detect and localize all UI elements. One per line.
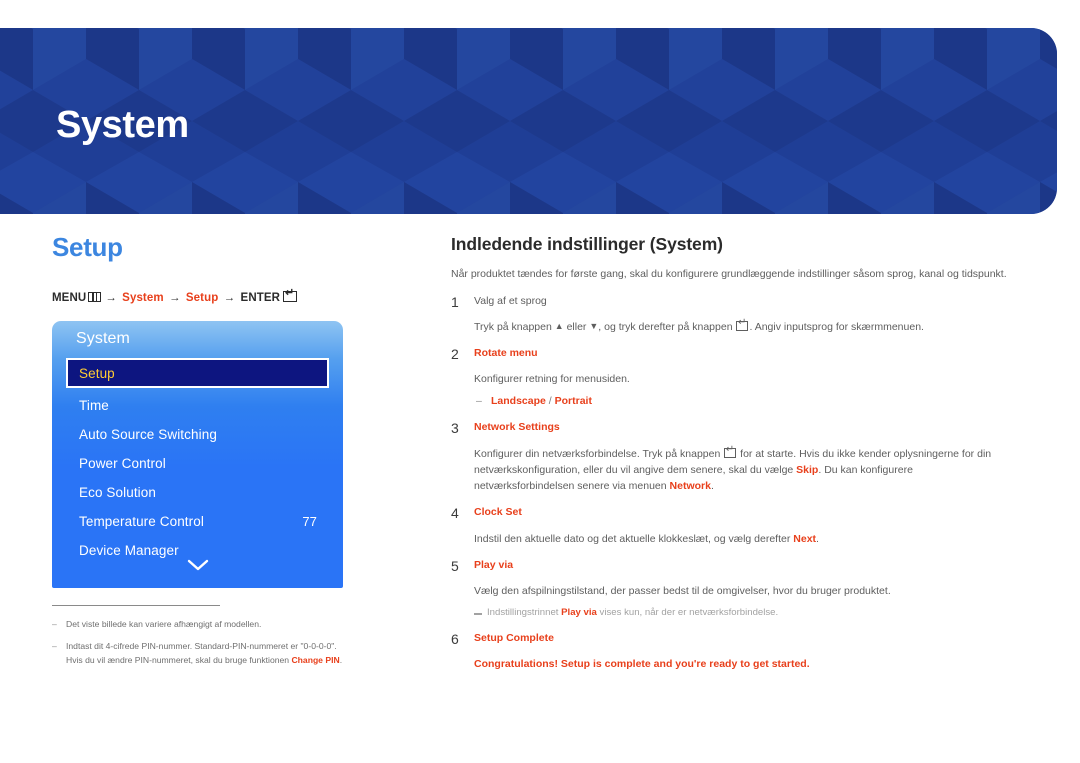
osd-item-time[interactable]: Time [66,391,329,420]
osd-scroll-down-button[interactable] [52,558,343,576]
arrow-up-icon: ▲ [554,320,564,331]
footnote-divider [52,605,220,606]
menu-bars-icon [88,292,102,302]
page-title: System [56,104,189,146]
footnote-item: Det viste billede kan variere afhængigt … [52,618,352,632]
step-body: Setup Complete Congratulations! Setup is… [474,631,1011,672]
breadcrumb-arrow-2: → [168,292,181,304]
sub-option-portrait: Portrait [554,394,592,407]
step-desc-part: . Angiv inputsprog for skærmmenuen. [749,320,924,333]
breadcrumb-menu-label: MENU [52,292,87,304]
note-part: Indstillingstrinnet [487,607,562,619]
highlight-network: Network [669,480,711,493]
step-description: Vælg den afspilningstilstand, der passer… [474,584,891,597]
step-body: Clock Set Indstil den aktuelle dato og d… [474,505,1011,546]
step-body: Rotate menu Konfigurer retning for menus… [474,346,1011,409]
footnotes: Det viste billede kan variere afhængigt … [52,605,352,667]
step-desc-part: eller [563,320,590,333]
step-heading: Play via [474,558,514,571]
breadcrumb-arrow-1: → [105,292,117,304]
enter-key-icon [724,445,737,458]
step-desc-part: Tryk på knappen [474,320,555,333]
osd-item-label: Auto Source Switching [79,427,217,442]
step-desc-part: Indstil den aktuelle dato og det aktuell… [474,532,794,545]
note-part: vises kun, når der er netværksforbindels… [596,607,779,619]
left-column: Setup MENU → System → Setup → ENTER Syste… [52,214,397,676]
step-description: Tryk på knappen ▲ eller ▼, og tryk deref… [474,319,1011,335]
step-heading: Rotate menu [474,347,538,360]
article-title: Indledende indstillinger (System) [451,234,723,254]
step-sub-options: Landscape / Portrait [474,394,1011,410]
osd-item-label: Setup [79,365,115,381]
step-heading: Network Settings [474,421,560,434]
step-number: 6 [451,631,459,648]
breadcrumb: MENU → System → Setup → ENTER [52,288,397,304]
step-number: 2 [451,346,459,363]
step-desc-part: , og tryk derefter på knappen [598,320,736,333]
osd-menu-title: System [76,330,130,347]
step-number: 3 [451,420,459,437]
highlight-next: Next [793,532,817,545]
step-heading: Setup Complete [474,632,554,645]
step-desc-part: . [710,480,714,493]
step-description: Indstil den aktuelle dato og det aktuell… [474,531,1011,547]
osd-item-label: Temperature Control [79,514,204,529]
osd-item-eco-solution[interactable]: Eco Solution [66,478,329,507]
step-desc-part: . [816,532,819,545]
footnote-text: Det viste billede kan variere afhængigt … [66,619,262,629]
right-column: Indledende indstillinger (System) Når pr… [451,214,1011,672]
completion-message: Congratulations! Setup is complete and y… [474,658,810,671]
footnote-highlight-change-pin: Change PIN [291,654,340,665]
step-description: Konfigurer retning for menusiden. [474,373,630,386]
osd-item-auto-source-switching[interactable]: Auto Source Switching [66,420,329,449]
step-item: 5 Play via Vælg den afspilningstilstand,… [451,558,1011,620]
step-heading: Clock Set [474,506,522,519]
sub-option-separator: / [545,394,555,407]
breadcrumb-arrow-3: → [223,292,236,304]
enter-key-icon [283,288,298,302]
article-intro: Når produktet tændes for første gang, sk… [451,268,1007,280]
step-body: Valg af et sprog Tryk på knappen ▲ eller… [474,294,1011,335]
highlight-skip: Skip [796,463,819,476]
sub-option-landscape: Landscape [491,394,546,407]
osd-item-label: Eco Solution [79,485,156,500]
step-heading: Valg af et sprog [474,294,547,307]
osd-item-label: Device Manager [79,543,179,558]
step-description: Konfigurer din netværksforbindelse. Tryk… [474,445,1011,495]
breadcrumb-item-setup[interactable]: Setup [186,292,218,304]
step-item: 1 Valg af et sprog Tryk på knappen ▲ ell… [451,294,1011,335]
osd-item-label: Power Control [79,456,166,471]
step-item: 2 Rotate menu Konfigurer retning for men… [451,346,1011,409]
step-item: 3 Network Settings Konfigurer din netvær… [451,420,1011,494]
step-note: Indstillingstrinnet Play via vises kun, … [474,606,1011,620]
chevron-down-icon [187,559,208,571]
step-item: 6 Setup Complete Congratulations! Setup … [451,631,1011,672]
step-number: 4 [451,505,459,522]
step-desc-part: Konfigurer din netværksforbindelse. Tryk… [474,447,724,460]
step-body: Play via Vælg den afspilningstilstand, d… [474,558,1011,620]
osd-menu-panel: System Setup Time Auto Source Switching … [52,321,343,588]
section-title: Setup [52,232,123,262]
osd-item-temperature-control[interactable]: Temperature Control 77 [66,507,329,536]
breadcrumb-enter-label: ENTER [240,292,281,304]
note-highlight-play-via: Play via [561,607,597,619]
footnote-text-after: . [339,654,343,665]
step-number: 1 [451,293,459,310]
step-item: 4 Clock Set Indstil den aktuelle dato og… [451,505,1011,546]
osd-item-label: Time [79,398,109,413]
footnote-item: Indtast dit 4-cifrede PIN-nummer. Standa… [52,640,352,667]
breadcrumb-item-system[interactable]: System [122,292,164,304]
osd-menu-list: Setup Time Auto Source Switching Power C… [52,358,343,565]
page-header-banner: System [0,28,1057,214]
step-number: 5 [451,557,459,574]
enter-key-icon [736,319,749,331]
arrow-down-icon: ▼ [589,320,599,331]
step-body: Network Settings Konfigurer din netværks… [474,420,1011,494]
osd-item-setup[interactable]: Setup [66,358,329,388]
osd-item-power-control[interactable]: Power Control [66,449,329,478]
osd-item-value: 77 [302,514,317,529]
